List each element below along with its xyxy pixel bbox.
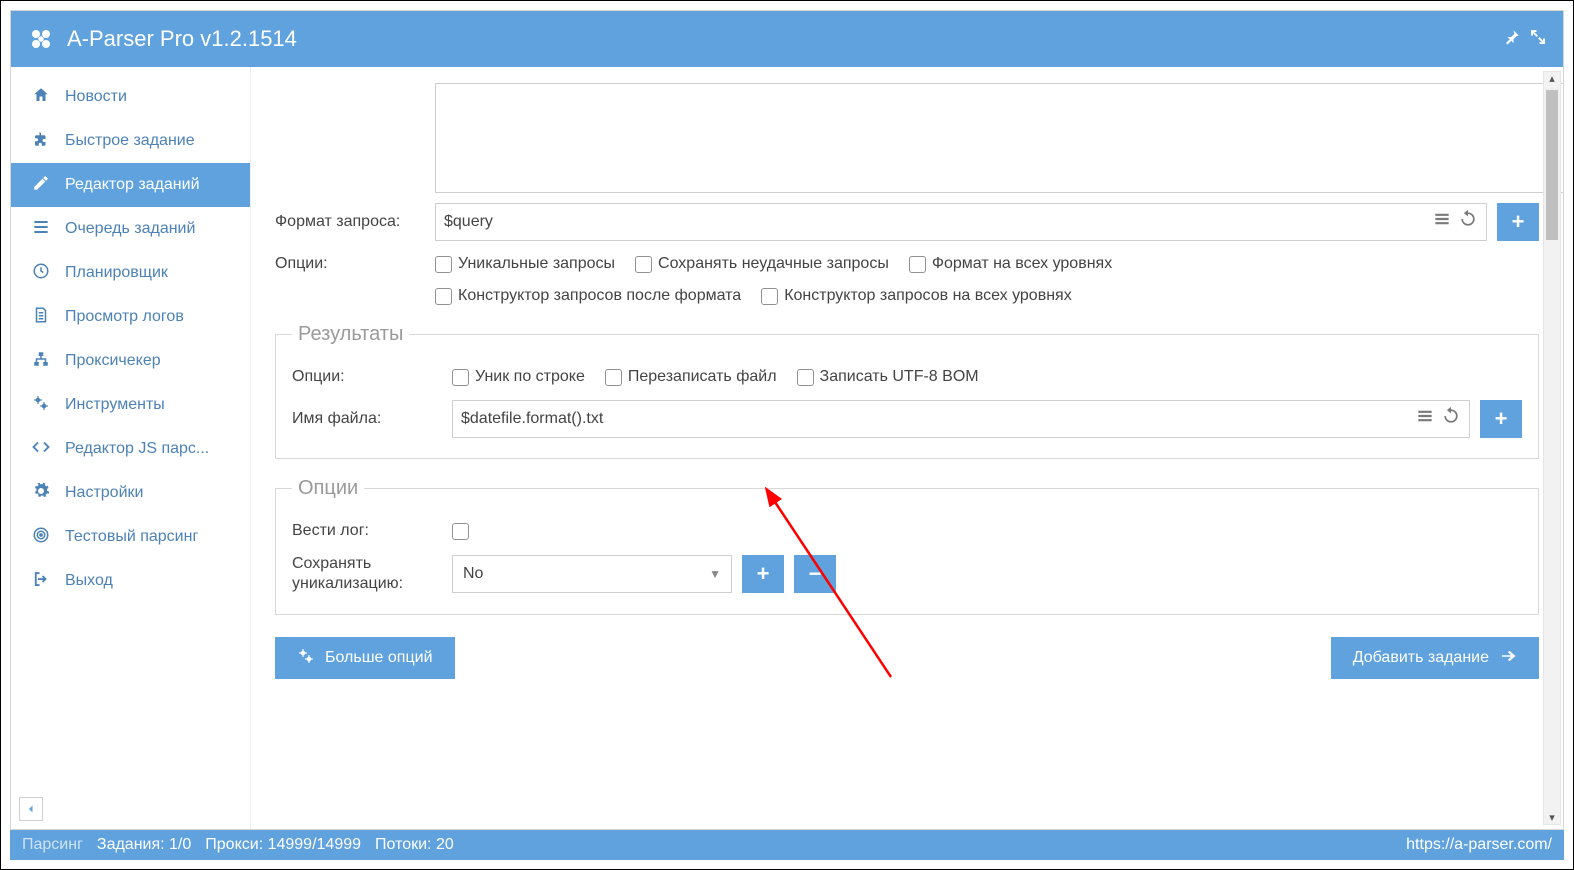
status-tasks: Задания: 1/0 (97, 836, 191, 854)
sidebar-item-label: Настройки (65, 484, 143, 502)
gears-icon (297, 647, 315, 670)
sidebar-item-label: Очередь заданий (65, 220, 195, 238)
sidebar-item-label: Редактор заданий (65, 176, 200, 194)
sidebar-item-news[interactable]: Новости (11, 75, 250, 119)
sidebar-item-tools[interactable]: Инструменты (11, 383, 250, 427)
filename-input[interactable]: $datefile.format().txt (452, 400, 1470, 438)
menu-icon[interactable] (1415, 406, 1435, 432)
sidebar-item-label: Инструменты (65, 396, 165, 414)
checkbox-qb-after-format[interactable]: Конструктор запросов после формата (435, 287, 741, 305)
sidebar-item-exit[interactable]: Выход (11, 559, 250, 603)
checkbox-utf8bom[interactable]: Записать UTF-8 BOM (797, 368, 979, 386)
sidebar-item-label: Просмотр логов (65, 308, 184, 326)
log-label: Вести лог: (292, 522, 452, 540)
add-filename-button[interactable]: + (1480, 400, 1522, 438)
sidebar-collapse-button[interactable] (19, 797, 43, 821)
sidebar-item-label: Редактор JS парс... (65, 440, 209, 458)
sidebar-item-settings[interactable]: Настройки (11, 471, 250, 515)
results-options-label: Опции: (292, 368, 452, 386)
sidebar-item-task-queue[interactable]: Очередь заданий (11, 207, 250, 251)
sidebar-item-label: Быстрое задание (65, 132, 195, 150)
filename-value: $datefile.format().txt (461, 410, 603, 428)
main-panel: Формат запроса: $query + (251, 67, 1563, 829)
status-bar: Парсинг Задания: 1/0 Прокси: 14999/14999… (10, 830, 1564, 860)
checkbox-format-all-levels[interactable]: Формат на всех уровнях (909, 255, 1112, 273)
sidebar-item-label: Планировщик (65, 264, 168, 282)
add-task-button[interactable]: Добавить задание (1331, 637, 1539, 679)
sidebar-item-logs[interactable]: Просмотр логов (11, 295, 250, 339)
vertical-scrollbar[interactable] (1543, 71, 1561, 825)
add-option-button[interactable]: + (742, 555, 784, 593)
sidebar-item-label: Проксичекер (65, 352, 161, 370)
options-fieldset: Опции Вести лог: Сохранять уникализацию:… (275, 477, 1539, 615)
more-options-button[interactable]: Больше опций (275, 637, 455, 679)
list-icon (29, 217, 53, 242)
filename-label: Имя файла: (292, 410, 452, 428)
format-query-label: Формат запроса: (275, 213, 435, 231)
options-label: Опции: (275, 255, 435, 273)
fullscreen-icon[interactable] (1525, 28, 1551, 51)
checkbox-qb-all-levels[interactable]: Конструктор запросов на всех уровнях (761, 287, 1072, 305)
save-unique-value: No (463, 565, 483, 583)
results-legend: Результаты (292, 323, 409, 346)
reset-icon[interactable] (1458, 209, 1478, 235)
add-format-button[interactable]: + (1497, 203, 1539, 241)
checkbox-unique-queries[interactable]: Уникальные запросы (435, 255, 615, 273)
results-fieldset: Результаты Опции: Уник по строке Перезап… (275, 323, 1539, 459)
code-icon (29, 438, 53, 461)
checkbox-overwrite[interactable]: Перезаписать файл (605, 368, 777, 386)
reset-icon[interactable] (1441, 406, 1461, 432)
clock-icon (29, 262, 53, 285)
status-proxies: Прокси: 14999/14999 (205, 836, 361, 854)
status-parsing: Парсинг (22, 836, 83, 854)
sidebar-item-task-editor[interactable]: Редактор заданий (11, 163, 250, 207)
sidebar: Новости Быстрое задание Редактор заданий… (11, 67, 251, 829)
puzzle-icon (29, 130, 53, 153)
status-threads: Потоки: 20 (375, 836, 454, 854)
save-unique-select[interactable]: No ▼ (452, 555, 732, 593)
gear-icon (29, 482, 53, 505)
app-header: A-Parser Pro v1.2.1514 (11, 11, 1563, 67)
sidebar-item-proxychecker[interactable]: Проксичекер (11, 339, 250, 383)
sidebar-item-quick-task[interactable]: Быстрое задание (11, 119, 250, 163)
target-icon (29, 526, 53, 549)
sidebar-item-test-parsing[interactable]: Тестовый парсинг (11, 515, 250, 559)
app-logo-icon (23, 21, 59, 57)
scrollbar-thumb[interactable] (1546, 90, 1558, 240)
sidebar-item-label: Выход (65, 572, 113, 590)
save-unique-label: Сохранять уникализацию: (292, 554, 452, 594)
document-icon (29, 306, 53, 329)
checkbox-unique-line[interactable]: Уник по строке (452, 368, 585, 386)
queries-textarea[interactable] (435, 83, 1563, 193)
edit-icon (29, 174, 53, 197)
arrow-right-icon (1499, 647, 1517, 670)
more-options-label: Больше опций (325, 649, 433, 667)
gears-icon (29, 394, 53, 417)
status-url[interactable]: https://a-parser.com/ (1406, 836, 1552, 854)
sidebar-item-label: Новости (65, 88, 127, 106)
sitemap-icon (29, 350, 53, 373)
sidebar-item-js-editor[interactable]: Редактор JS парс... (11, 427, 250, 471)
options-legend: Опции (292, 477, 364, 500)
app-title: A-Parser Pro v1.2.1514 (67, 26, 297, 52)
pin-icon[interactable] (1499, 28, 1525, 51)
format-query-value: $query (444, 213, 493, 231)
format-query-input[interactable]: $query (435, 203, 1487, 241)
sidebar-item-scheduler[interactable]: Планировщик (11, 251, 250, 295)
menu-icon[interactable] (1432, 209, 1452, 235)
checkbox-save-failed[interactable]: Сохранять неудачные запросы (635, 255, 889, 273)
checkbox-log[interactable] (452, 523, 469, 540)
logout-icon (29, 570, 53, 593)
home-icon (29, 86, 53, 109)
add-task-label: Добавить задание (1353, 649, 1489, 667)
remove-option-button[interactable]: − (794, 555, 836, 593)
sidebar-item-label: Тестовый парсинг (65, 528, 198, 546)
chevron-down-icon: ▼ (709, 567, 721, 581)
